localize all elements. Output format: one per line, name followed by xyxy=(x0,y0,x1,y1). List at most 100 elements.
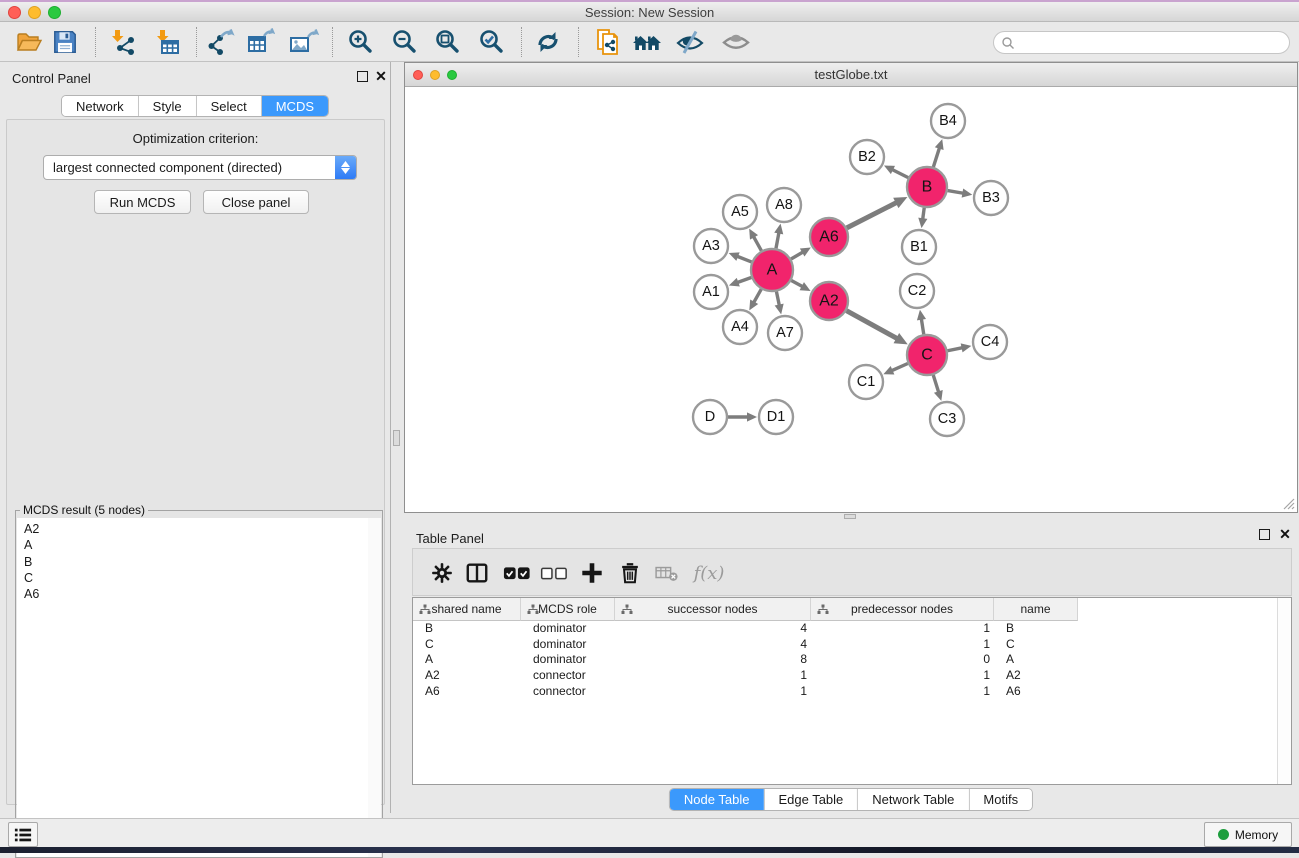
graph-edge-A-A6[interactable] xyxy=(791,248,811,259)
tab-network[interactable]: Network xyxy=(62,96,138,116)
result-scrollbar[interactable] xyxy=(368,518,381,857)
table-row[interactable]: A2connector11A2 xyxy=(413,668,1291,684)
delete-column-button[interactable] xyxy=(614,557,646,589)
graph-edge-A6-B[interactable] xyxy=(847,197,908,228)
mcds-result-list[interactable]: A2ABCA6 xyxy=(17,518,369,857)
table-tab-edge-table[interactable]: Edge Table xyxy=(763,789,857,810)
column-header-name[interactable]: name xyxy=(994,598,1078,621)
table-scrollbar-lane[interactable] xyxy=(1277,598,1291,784)
table-row[interactable]: A6connector11A6 xyxy=(413,684,1291,700)
save-session-button[interactable] xyxy=(49,26,81,58)
new-network-button[interactable] xyxy=(592,26,624,58)
graph-edge-A-A5[interactable] xyxy=(749,229,761,251)
graph-node-C3[interactable]: C3 xyxy=(930,402,964,436)
graph-node-B4[interactable]: B4 xyxy=(931,104,965,138)
graph-node-C4[interactable]: C4 xyxy=(973,325,1007,359)
graph-edge-A2-C[interactable] xyxy=(847,311,908,345)
result-list-item[interactable]: A2 xyxy=(17,521,368,537)
open-file-button[interactable] xyxy=(13,26,45,58)
apply-layout-button[interactable] xyxy=(532,26,564,58)
add-column-button[interactable] xyxy=(576,557,608,589)
graph-node-B[interactable]: B xyxy=(907,167,947,207)
graph-node-B1[interactable]: B1 xyxy=(902,230,936,264)
export-table-button[interactable] xyxy=(245,26,277,58)
zoom-in-button[interactable] xyxy=(345,26,377,58)
graph-edge-A-A1[interactable] xyxy=(729,277,751,286)
first-neighbors-button[interactable] xyxy=(631,26,663,58)
export-network-button[interactable] xyxy=(205,26,237,58)
function-builder-button[interactable]: f(x) xyxy=(687,557,731,589)
graph-node-B2[interactable]: B2 xyxy=(850,140,884,174)
import-network-button[interactable] xyxy=(106,26,138,58)
graph-edge-B-B3[interactable] xyxy=(948,189,973,198)
vertical-splitter-handle[interactable] xyxy=(393,430,400,446)
tab-mcds[interactable]: MCDS xyxy=(261,96,328,116)
memory-button[interactable]: Memory xyxy=(1204,822,1292,847)
graph-edge-C-C3[interactable] xyxy=(933,375,942,401)
search-input[interactable] xyxy=(1015,36,1289,50)
float-table-panel-icon[interactable] xyxy=(1259,529,1270,540)
close-table-panel-icon[interactable]: ✕ xyxy=(1277,525,1293,543)
tab-style[interactable]: Style xyxy=(138,96,196,116)
table-row[interactable]: Cdominator41C xyxy=(413,637,1291,653)
table-settings-button[interactable] xyxy=(426,557,458,589)
graph-edge-B-B1[interactable] xyxy=(918,208,927,228)
close-panel-button[interactable]: Close panel xyxy=(203,190,309,214)
graph-node-C[interactable]: C xyxy=(907,335,947,375)
float-panel-icon[interactable] xyxy=(357,71,368,82)
graph-edge-A-A7[interactable] xyxy=(775,292,784,315)
graph-edge-A-A4[interactable] xyxy=(749,289,761,310)
graph-node-A7[interactable]: A7 xyxy=(768,316,802,350)
criterion-dropdown[interactable]: largest connected component (directed) xyxy=(43,155,357,180)
split-view-button[interactable] xyxy=(461,557,493,589)
graph-edge-A-A8[interactable] xyxy=(774,224,783,249)
zoom-fit-button[interactable] xyxy=(432,26,464,58)
export-image-button[interactable] xyxy=(288,26,320,58)
graph-node-A8[interactable]: A8 xyxy=(767,188,801,222)
run-mcds-button[interactable]: Run MCDS xyxy=(94,190,191,214)
zoom-selected-button[interactable] xyxy=(476,26,508,58)
table-tab-node-table[interactable]: Node Table xyxy=(670,789,764,810)
graph-node-D1[interactable]: D1 xyxy=(759,400,793,434)
graph-node-A1[interactable]: A1 xyxy=(694,275,728,309)
graph-node-A5[interactable]: A5 xyxy=(723,195,757,229)
result-list-item[interactable]: A6 xyxy=(17,586,368,602)
graph-edge-C-C2[interactable] xyxy=(917,310,926,334)
result-list-item[interactable]: B xyxy=(17,554,368,570)
graph-edge-A-A2[interactable] xyxy=(791,281,810,291)
network-canvas[interactable]: A A1 A2 A3 A4 A5 A6 A7 A8 B B1 B2 B3 B4 C C1 C2 C3 C4 D D1 xyxy=(405,87,1297,512)
graph-edge-B-B4[interactable] xyxy=(933,139,943,167)
resize-grip-icon[interactable] xyxy=(1282,497,1295,510)
column-header-successor-nodes[interactable]: successor nodes xyxy=(615,598,811,621)
graph-edge-A-A3[interactable] xyxy=(729,252,752,262)
column-header-MCDS-role[interactable]: MCDS role xyxy=(521,598,615,621)
table-tab-motifs[interactable]: Motifs xyxy=(968,789,1032,810)
graph-node-A4[interactable]: A4 xyxy=(723,310,757,344)
horizontal-splitter-handle[interactable] xyxy=(844,514,856,519)
graph-edge-C-C4[interactable] xyxy=(948,343,972,352)
graph-node-A2[interactable]: A2 xyxy=(810,282,848,320)
result-list-item[interactable]: C xyxy=(17,570,368,586)
graph-node-A[interactable]: A xyxy=(751,249,793,291)
hide-selected-button[interactable] xyxy=(674,26,706,58)
show-all-button[interactable] xyxy=(720,26,752,58)
graph-edge-C-C1[interactable] xyxy=(883,363,907,374)
graph-node-C1[interactable]: C1 xyxy=(849,365,883,399)
graph-node-C2[interactable]: C2 xyxy=(900,274,934,308)
select-all-button[interactable] xyxy=(501,557,533,589)
close-panel-icon[interactable]: ✕ xyxy=(373,67,389,85)
tab-select[interactable]: Select xyxy=(196,96,261,116)
graph-node-B3[interactable]: B3 xyxy=(974,181,1008,215)
result-list-item[interactable]: A xyxy=(17,537,368,553)
graph-node-D[interactable]: D xyxy=(693,400,727,434)
graph-node-A6[interactable]: A6 xyxy=(810,218,848,256)
import-table-button[interactable] xyxy=(151,26,183,58)
delete-table-button[interactable] xyxy=(651,557,683,589)
graph-node-A3[interactable]: A3 xyxy=(694,229,728,263)
table-tab-network-table[interactable]: Network Table xyxy=(857,789,968,810)
task-history-button[interactable] xyxy=(8,822,38,847)
table-row[interactable]: Bdominator41B xyxy=(413,621,1291,637)
zoom-out-button[interactable] xyxy=(389,26,421,58)
table-row[interactable]: Adominator80A xyxy=(413,652,1291,668)
graph-edge-B-B2[interactable] xyxy=(884,165,908,177)
